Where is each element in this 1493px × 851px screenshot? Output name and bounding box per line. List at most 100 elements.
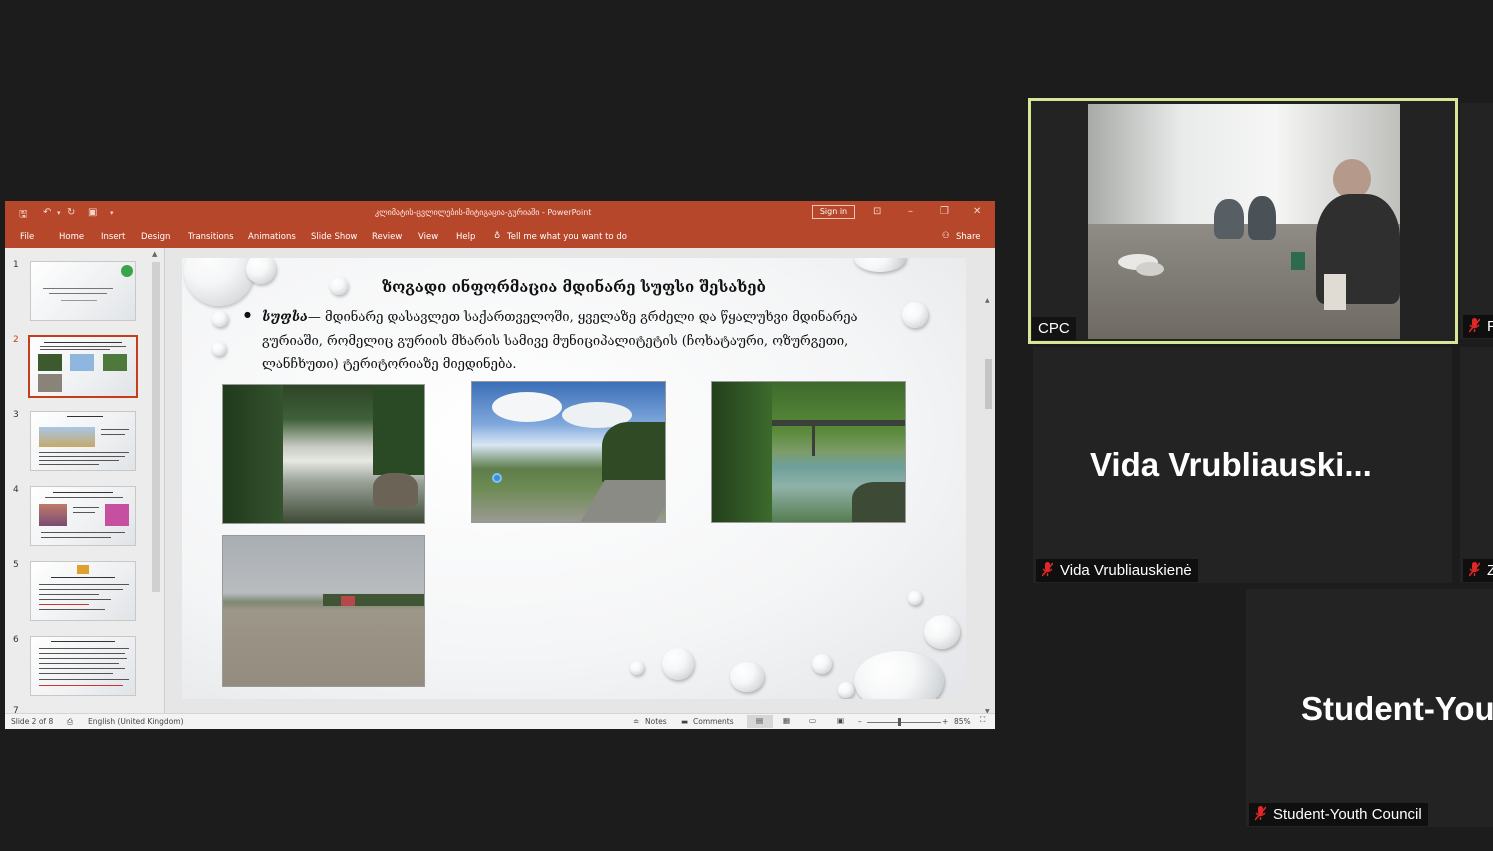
slide-thumbnail-2[interactable] — [28, 335, 138, 398]
notes-icon: ≐ — [633, 717, 640, 726]
water-drop-decoration — [854, 651, 944, 699]
thumbnail-number: 3 — [13, 410, 19, 420]
water-drop-decoration — [730, 662, 764, 692]
participant-display-name: Student-You — [1301, 690, 1493, 727]
tab-insert[interactable]: Insert — [101, 232, 125, 242]
save-icon[interactable]: 🖫 — [19, 207, 28, 224]
zoom-slider-knob[interactable] — [898, 718, 901, 726]
language-indicator[interactable]: English (United Kingdom) — [88, 717, 184, 726]
participant-video — [1088, 104, 1400, 339]
river-mouth-photo — [222, 535, 425, 687]
spellcheck-icon[interactable]: ⎙ — [67, 717, 73, 727]
ppt-status-bar: Slide 2 of 8 ⎙ English (United Kingdom) … — [5, 713, 995, 729]
maximize-icon[interactable]: ❐ — [940, 206, 949, 217]
participant-tile-active-speaker[interactable]: CPC — [1028, 98, 1458, 344]
undo-icon[interactable]: ↶ — [43, 207, 51, 218]
close-icon[interactable]: ✕ — [973, 206, 981, 217]
tab-review[interactable]: Review — [372, 232, 402, 242]
comments-button[interactable]: Comments — [693, 717, 734, 726]
tab-design[interactable]: Design — [141, 232, 170, 242]
ribbon-display-icon[interactable]: ⊡ — [873, 206, 881, 217]
participant-name: Vida Vrubliauskienė — [1060, 562, 1192, 579]
thumbnail-number: 6 — [13, 635, 19, 645]
tab-view[interactable]: View — [418, 232, 438, 242]
tab-home[interactable]: Home — [59, 232, 84, 242]
tell-me-search[interactable]: Tell me what you want to do — [507, 232, 627, 242]
fit-to-window-icon[interactable]: ⛶ — [980, 715, 985, 725]
tab-animations[interactable]: Animations — [248, 232, 296, 242]
slide-term: სუფსა — [262, 310, 308, 325]
participant-tile-student-youth-council[interactable]: Student-You Student-Youth Council — [1246, 589, 1493, 827]
thumbnail-number: 2 — [13, 335, 19, 345]
participant-name: F — [1487, 318, 1493, 335]
scroll-up-icon[interactable]: ▲ — [985, 297, 990, 304]
water-drop-decoration — [924, 615, 960, 649]
normal-view-icon: ▤ — [756, 716, 764, 725]
scrollbar-thumb[interactable] — [985, 359, 992, 409]
undo-dropdown-icon[interactable]: ▾ — [57, 209, 61, 217]
thumbnail-number: 1 — [13, 260, 19, 270]
participant-name: Student-Youth Council — [1273, 806, 1422, 823]
slide-thumbnail-4[interactable] — [30, 486, 136, 546]
bullet-icon: ● — [244, 310, 251, 319]
participant-name-tag: Z — [1463, 559, 1493, 582]
water-drop-decoration — [630, 661, 644, 675]
ppt-window-title: კლიმატის-ცვლილების-მიტიგაცია-გურიაში - P… — [375, 208, 592, 217]
ppt-title-bar: 🖫 ↶ ▾ ↻ ▣ ▾ კლიმატის-ცვლილების-მიტიგაცია… — [5, 201, 995, 226]
slide-thumbnails-pane: ▲ 1 2 3 4 5 6 7 — [5, 248, 165, 716]
comments-icon: ▬ — [681, 717, 689, 726]
participant-tile-partial[interactable]: Z — [1460, 347, 1493, 583]
muted-mic-icon — [1041, 562, 1054, 577]
slide-thumbnail-5[interactable] — [30, 561, 136, 621]
participant-name-tag: Vida Vrubliauskienė — [1036, 559, 1198, 582]
water-drop-decoration — [838, 682, 854, 698]
cursor-indicator-icon — [492, 473, 502, 483]
reading-view-icon[interactable]: ▭ — [809, 716, 816, 725]
slide-counter: Slide 2 of 8 — [11, 717, 54, 726]
slide-body-text: სუფსა— მდინარე დასავლეთ საქართველოში, ყვ… — [262, 306, 872, 377]
tab-slide-show[interactable]: Slide Show — [311, 232, 357, 242]
redo-icon[interactable]: ↻ — [67, 207, 75, 218]
zoom-in-icon[interactable]: + — [942, 717, 948, 726]
share-button[interactable]: Share — [956, 232, 981, 242]
muted-mic-icon — [1468, 318, 1481, 333]
thumbnail-scrollbar[interactable] — [152, 262, 160, 592]
person-icon: ⚇ — [942, 231, 950, 241]
zoom-level[interactable]: 85% — [954, 717, 971, 726]
slide-sorter-icon[interactable]: ▦ — [783, 716, 790, 725]
tab-transitions[interactable]: Transitions — [188, 232, 234, 242]
thumbnail-number: 5 — [13, 560, 19, 570]
ppt-ribbon-tabs: File Home Insert Design Transitions Anim… — [5, 226, 995, 248]
water-drop-decoration — [212, 342, 226, 356]
slide-thumbnail-6[interactable] — [30, 636, 136, 696]
tab-file[interactable]: File — [20, 232, 34, 242]
river-road-photo — [471, 381, 666, 523]
slide-thumbnail-1[interactable] — [30, 261, 136, 321]
minimize-icon[interactable]: – — [908, 206, 913, 217]
sign-in-button[interactable]: Sign in — [812, 205, 855, 219]
scroll-up-icon[interactable]: ▲ — [152, 250, 157, 258]
slide-title: ზოგადი ინფორმაცია მდინარე სუფსი შესახებ — [382, 278, 766, 296]
slide-thumbnail-3[interactable] — [30, 411, 136, 471]
slide-scrollbar[interactable]: ▲ ▼ ⇞ ⇟ — [983, 297, 994, 729]
slide-editing-area: ზოგადი ინფორმაცია მდინარე სუფსი შესახებ … — [165, 248, 995, 713]
zoom-slider[interactable] — [867, 722, 941, 723]
water-drop-decoration — [854, 258, 906, 272]
participant-name-tag: F — [1463, 315, 1493, 338]
slideshow-view-icon[interactable]: ▣ — [837, 716, 844, 725]
thumbnail-number: 4 — [13, 485, 19, 495]
muted-mic-icon — [1254, 806, 1267, 821]
zoom-out-icon[interactable]: – — [858, 717, 862, 726]
current-slide[interactable]: ზოგადი ინფორმაცია მდინარე სუფსი შესახებ … — [182, 258, 966, 699]
river-rapids-photo — [222, 384, 425, 524]
lightbulb-icon: ♁ — [494, 231, 501, 241]
water-drop-decoration — [812, 654, 832, 674]
customize-toolbar-icon[interactable]: ▾ — [110, 209, 114, 217]
participant-tile-vida[interactable]: Vida Vrubliauski... Vida Vrubliauskienė — [1033, 347, 1452, 583]
tab-help[interactable]: Help — [456, 232, 475, 242]
notes-button[interactable]: Notes — [645, 717, 667, 726]
participant-name-tag: CPC — [1032, 317, 1076, 340]
presentation-start-icon[interactable]: ▣ — [88, 207, 97, 218]
participant-tile-partial[interactable]: F — [1460, 103, 1493, 339]
shared-screen-powerpoint[interactable]: 🖫 ↶ ▾ ↻ ▣ ▾ კლიმატის-ცვლილების-მიტიგაცია… — [5, 201, 995, 729]
